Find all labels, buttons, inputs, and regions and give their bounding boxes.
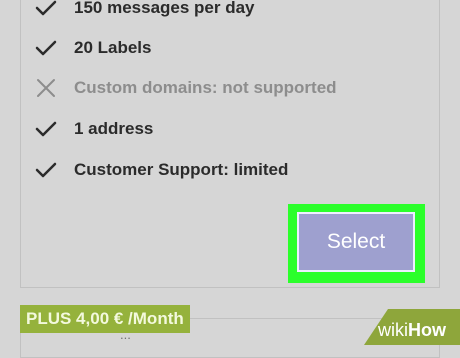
wikihow-logo: wikiHow xyxy=(378,320,446,340)
feature-label: 1 address xyxy=(74,119,154,138)
feature-label: Customer Support: limited xyxy=(74,160,289,179)
feature-item: 20 Labels xyxy=(34,33,152,63)
checkmark-icon xyxy=(35,40,57,56)
feature-item: 1 address xyxy=(34,114,153,144)
feature-label: 150 messages per day xyxy=(74,0,255,17)
checkmark-icon xyxy=(35,0,57,16)
x-mark-icon xyxy=(37,79,55,97)
plus-plan-title: PLUS 4,00 € /Month xyxy=(20,305,190,333)
checkmark-icon xyxy=(35,162,57,178)
feature-item: 150 messages per day xyxy=(34,0,255,23)
feature-label: Custom domains: not supported xyxy=(74,78,337,97)
plus-plan-description: ... xyxy=(120,336,370,339)
select-button[interactable]: Select xyxy=(297,212,415,272)
feature-label: 20 Labels xyxy=(74,38,152,57)
checkmark-icon xyxy=(35,121,57,137)
feature-item-disabled: Custom domains: not supported xyxy=(34,73,337,103)
feature-item: Customer Support: limited xyxy=(34,155,288,185)
